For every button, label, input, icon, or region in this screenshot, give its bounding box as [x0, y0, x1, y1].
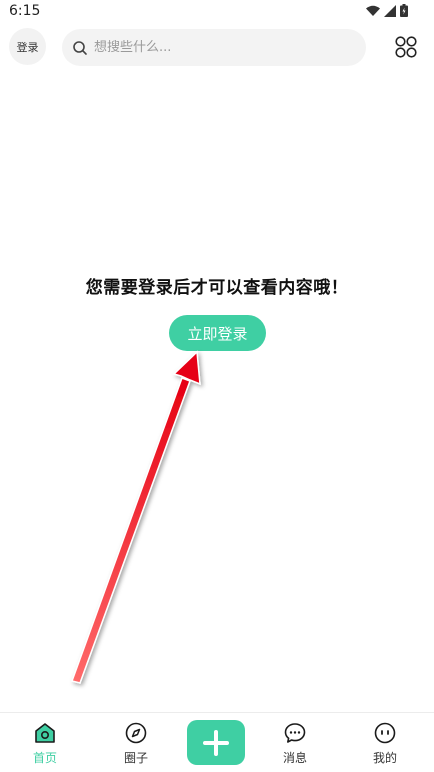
wifi-icon: [366, 5, 380, 16]
login-required-message: 您需要登录后才可以查看内容哦！: [85, 278, 349, 298]
nav-label-profile: 我的: [372, 751, 397, 765]
nav-label-messages: 消息: [282, 751, 307, 765]
nav-label-circle: 圈子: [123, 751, 148, 765]
battery-icon: [400, 4, 408, 17]
signal-icon: [384, 4, 396, 17]
apps-grid-icon[interactable]: [394, 35, 418, 59]
face-icon: [374, 722, 396, 744]
annotation-arrow: [71, 350, 201, 684]
search-input[interactable]: [94, 40, 344, 55]
nav-item-profile[interactable]: 我的: [355, 721, 415, 771]
login-chip-button[interactable]: 登录: [9, 28, 46, 65]
status-icons: [366, 4, 408, 17]
add-post-button[interactable]: [187, 720, 245, 765]
arrow-head: [172, 350, 201, 386]
search-bar[interactable]: [62, 29, 366, 66]
bottom-nav: 首页 圈子 消息 我的: [0, 712, 434, 772]
app-screen: 6:15 登录 您需要登录后才可以查看内容哦！: [0, 0, 434, 772]
plus-icon: [203, 729, 229, 756]
nav-item-home[interactable]: 首页: [15, 721, 75, 771]
status-time: 6:15: [9, 3, 41, 19]
login-now-button[interactable]: 立即登录: [169, 315, 266, 351]
nav-item-circle[interactable]: 圈子: [106, 721, 166, 771]
compass-icon: [125, 722, 147, 744]
nav-label-home: 首页: [32, 751, 57, 765]
nav-item-messages[interactable]: 消息: [265, 721, 325, 771]
home-icon: [35, 723, 55, 743]
search-icon: [73, 40, 87, 55]
arrow-shaft: [71, 377, 191, 684]
chat-icon: [284, 723, 306, 743]
status-bar: 6:15: [0, 0, 434, 24]
